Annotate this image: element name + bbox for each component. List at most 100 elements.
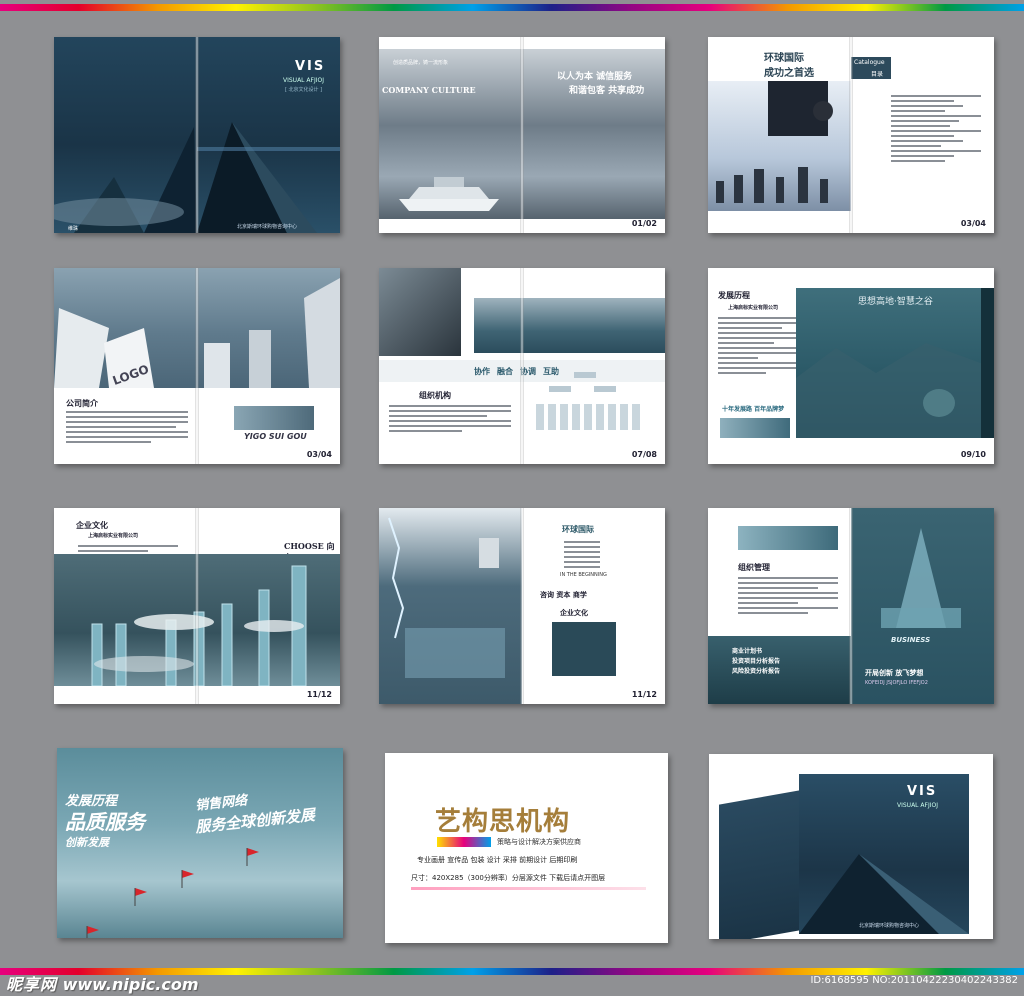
culture-heading: 企业文化 <box>76 521 108 530</box>
logo-mark: 维珠 <box>68 226 79 232</box>
lightning-page <box>379 508 522 704</box>
catalogue-left: 环球国际 成功之首选 <box>708 37 851 233</box>
page-fold <box>195 508 199 704</box>
network-line: 销售网络 <box>194 793 248 814</box>
plan-item-1: 商业计划书 <box>732 648 763 655</box>
vis-subtitle: VISUAL AFJIOJ <box>283 77 325 84</box>
brand-logo: 艺构思机构 <box>435 807 571 837</box>
culture-tagline: 创造质品牌，铸一流形象 <box>393 60 449 66</box>
page-fold <box>520 508 524 704</box>
catalogue-label: Catalogue <box>854 59 885 66</box>
cover-left <box>54 37 197 233</box>
profile-text <box>66 408 188 446</box>
brand-color-strip <box>437 837 491 847</box>
mountain-illustration <box>54 127 197 233</box>
page-fold <box>849 508 853 704</box>
global-right: 环球国际 IN THE BEGINNING 咨询 资本 商学 企业文化 <box>522 508 665 704</box>
catalogue-title-2: 成功之首选 <box>764 68 814 79</box>
tag-integrate: 融合 <box>497 367 513 376</box>
page-fold <box>195 37 199 233</box>
catalogue-badge: Catalogue 目录 <box>851 57 891 79</box>
plan-panel: 商业计划书 投资项目分析报告 风险投资分析报告 <box>708 636 851 704</box>
management-heading: 组织管理 <box>738 563 770 572</box>
folder-company: 北京斯瑞环球购物咨询中心 <box>859 923 920 929</box>
cube-photo <box>379 268 461 356</box>
folder-pyramid-illustration <box>799 854 969 934</box>
catalogue-title-1: 环球国际 <box>764 53 804 64</box>
vis-title: VIS <box>295 59 326 74</box>
spread-corporate-culture[interactable]: 企业文化 上海启标实业有限公司 CHOOSE 向上 11/12 <box>54 508 340 704</box>
spread-quality-service[interactable]: 发展历程 品质服务 销售网络 服务全球创新发展 创新发展 <box>57 748 343 938</box>
page-number: 11/12 <box>631 690 657 699</box>
page-fold <box>195 268 199 464</box>
spread-vis-cover[interactable]: VIS VISUAL AFJIOJ [ 北京文化设计 ] 北京斯瑞环球购物咨询中… <box>54 37 340 233</box>
page-number: 07/08 <box>631 450 657 459</box>
slogan-line-2: 和谐包客 共享成功 <box>569 86 645 96</box>
brand-subtitle: 策略与设计解决方案供应商 <box>497 838 581 846</box>
slogan-line-1: 以人为本 诚信服务 <box>557 72 633 82</box>
valley-photo <box>796 288 994 438</box>
catalogue-right: Catalogue 目录 <box>851 37 994 233</box>
page-number: 09/10 <box>960 450 986 459</box>
spread-vis-folders[interactable]: VIS VISUAL AFJIOJ 北京斯瑞环球购物咨询中心 <box>709 754 993 939</box>
catalogue-label-cn: 目录 <box>871 71 884 78</box>
spread-development-history[interactable]: 发展历程 上海启标实业有限公司 十年发展路 百年品牌梦 思想高地·智慧之谷 09… <box>708 268 994 464</box>
company-name: 北京斯瑞环球购物咨询中心 <box>237 224 298 230</box>
top-color-strip <box>0 4 1024 11</box>
logo-photo <box>234 406 314 430</box>
page-fold <box>849 37 853 233</box>
brand-services: 专业画册 宣传品 包装 设计 采排 前期设计 后期印刷 <box>417 856 578 864</box>
management-text <box>738 574 838 617</box>
global-list <box>564 538 600 571</box>
spread-organizational-management[interactable]: 组织管理 商业计划书 投资项目分析报告 风险投资分析报告 BUSINESS 开局… <box>708 508 994 704</box>
management-left: 组织管理 商业计划书 投资项目分析报告 风险投资分析报告 <box>708 508 851 704</box>
page-number: 01/02 <box>631 219 657 228</box>
global-culture: 企业文化 <box>560 609 588 617</box>
chess-photo <box>708 81 851 211</box>
cover-right: VIS VISUAL AFJIOJ [ 北京文化设计 ] 北京斯瑞环球购物咨询中… <box>197 37 340 233</box>
page-number: 11/12 <box>306 690 332 699</box>
org-heading: 组织机构 <box>419 391 451 400</box>
culture-company: 上海启标实业有限公司 <box>88 533 139 539</box>
global-title: 环球国际 <box>562 525 594 534</box>
spread-catalogue[interactable]: 环球国际 成功之首选 Catalogue 目录 03/04 <box>708 37 994 233</box>
bottom-slogan: 开局创新 放飞梦想 <box>865 669 924 677</box>
history-text <box>718 314 798 377</box>
business-right: BUSINESS 开局创新 放飞梦想 KOFEIDJ JSJOFJLO IFEF… <box>851 508 994 704</box>
image-id: ID:6168595 NO:20110422230402243382 <box>810 975 1018 986</box>
site-watermark: 昵享网 www.nipic.com <box>6 971 199 995</box>
org-chart <box>536 372 640 430</box>
site-name: 昵享网 <box>6 975 58 994</box>
logo-photo <box>720 418 790 438</box>
catalogue-list <box>891 92 981 165</box>
bottom-code: KOFEIDJ JSJOFJLO IFEFJO2 <box>865 680 928 686</box>
folder-vis-subtitle: VISUAL AFJIOJ <box>897 802 939 809</box>
city-aerial-photo <box>474 298 665 353</box>
culture-heading: COMPANY CULTURE <box>382 85 476 95</box>
culture-textbox <box>552 622 616 676</box>
quality-line: 品质服务 <box>65 810 145 834</box>
spread-brand-info[interactable]: 艺构思机构 策略与设计解决方案供应商 专业画册 宣传品 包装 设计 采排 前期设… <box>385 753 668 943</box>
begin-text: IN THE BEGINNING <box>560 572 607 578</box>
brand-rule <box>411 887 646 890</box>
mountains-illustration <box>796 288 994 438</box>
logo-photo <box>738 526 838 550</box>
org-text <box>389 402 511 435</box>
page-number: 03/04 <box>306 450 332 459</box>
folder-vis-title: VIS <box>907 784 938 799</box>
spread-global-international[interactable]: 环球国际 IN THE BEGINNING 咨询 资本 商学 企业文化 11/1… <box>379 508 665 704</box>
folder-front: VIS VISUAL AFJIOJ 北京斯瑞环球购物咨询中心 <box>799 774 969 934</box>
page-fold <box>520 37 524 233</box>
plan-item-3: 风险投资分析报告 <box>732 668 781 675</box>
brand-size: 尺寸：420X285（300分辨率）分层源文件 下载后请点开图层 <box>411 874 606 882</box>
business-text: BUSINESS <box>891 636 931 644</box>
history-slogan: 十年发展路 百年品牌梦 <box>722 406 785 413</box>
history-company: 上海启标实业有限公司 <box>728 305 779 311</box>
history-heading: 发展历程 <box>718 291 750 300</box>
global-slogan: 咨询 资本 商学 <box>540 591 587 599</box>
spread-company-culture[interactable]: COMPANY CULTURE 创造质品牌，铸一流形象 以人为本 诚信服务 和谐… <box>379 37 665 233</box>
page-fold <box>520 268 524 464</box>
brand-name: YIGO SUI GOU <box>244 432 307 441</box>
spread-company-profile[interactable]: LOGO 公司简介 YIGO SUI GOU 03/04 <box>54 268 340 464</box>
spread-organization[interactable]: 协作 融合 协调 互助 组织机构 07/08 <box>379 268 665 464</box>
